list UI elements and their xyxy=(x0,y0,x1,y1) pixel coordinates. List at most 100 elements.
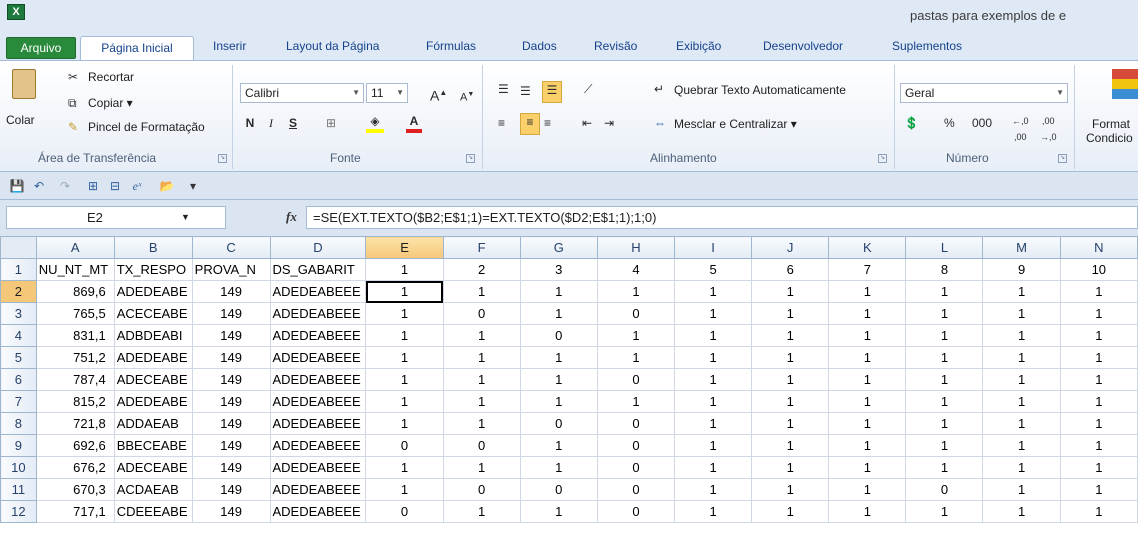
cell[interactable]: 1 xyxy=(519,346,598,369)
cell[interactable]: ADEDEABEEE xyxy=(269,390,367,413)
cell[interactable]: 5 xyxy=(674,258,753,281)
cell[interactable]: 1 xyxy=(674,456,753,479)
align-middle-icon[interactable]: ☰ xyxy=(520,83,531,99)
cell[interactable]: 0 xyxy=(596,368,676,391)
cell[interactable]: 3 xyxy=(519,258,598,281)
cell[interactable]: DS_GABARIT xyxy=(269,258,367,281)
cell[interactable]: 1 xyxy=(982,412,1061,435)
merge-center-button[interactable]: Mesclar e Centralizar ▾ xyxy=(674,117,797,131)
column-header[interactable]: F xyxy=(442,236,521,259)
underline-button[interactable]: S xyxy=(286,115,300,131)
cell[interactable]: 1 xyxy=(905,368,984,391)
cell[interactable]: 1 xyxy=(674,302,753,325)
decrease-decimal-icon[interactable]: ,00 →,0 xyxy=(1040,113,1057,145)
number-format-select[interactable]: Geral ▼ xyxy=(900,83,1068,103)
cell[interactable]: 1 xyxy=(751,412,830,435)
cell[interactable]: ADEDEABEEE xyxy=(269,434,367,457)
cell[interactable]: 1 xyxy=(1059,390,1138,413)
cell[interactable]: 765,5 xyxy=(35,302,115,325)
cell[interactable]: 1 xyxy=(905,412,984,435)
cell[interactable]: 1 xyxy=(982,434,1061,457)
cell[interactable]: 1 xyxy=(674,280,753,303)
cell[interactable]: 676,2 xyxy=(35,456,115,479)
align-bottom-icon[interactable]: ☰ xyxy=(542,81,562,103)
align-right-icon[interactable]: ≡ xyxy=(544,115,551,131)
cell[interactable]: 1 xyxy=(1059,346,1138,369)
cell[interactable]: BBECEABE xyxy=(113,434,193,457)
cell[interactable]: 1 xyxy=(365,258,444,281)
cell[interactable]: 1 xyxy=(828,302,907,325)
cell[interactable]: 1 xyxy=(442,280,521,303)
cell[interactable]: 4 xyxy=(596,258,676,281)
cell[interactable]: 1 xyxy=(442,324,521,347)
cell[interactable]: 1 xyxy=(365,324,444,347)
borders-icon[interactable]: ⊞ xyxy=(326,115,336,131)
insert-function-icon[interactable]: fx xyxy=(286,209,297,225)
cell[interactable]: 149 xyxy=(191,500,271,523)
cell[interactable]: 1 xyxy=(828,456,907,479)
cell[interactable]: 721,8 xyxy=(35,412,115,435)
tab-file[interactable]: Arquivo xyxy=(6,37,76,59)
cell[interactable]: 1 xyxy=(751,302,830,325)
italic-button[interactable]: I xyxy=(264,115,278,131)
cell[interactable]: 1 xyxy=(828,500,907,523)
column-header[interactable]: E xyxy=(365,236,444,259)
cell[interactable]: 1 xyxy=(674,478,753,501)
chevron-down-icon[interactable]: ▼ xyxy=(181,207,190,228)
save-icon[interactable]: 💾 xyxy=(8,178,26,194)
cell[interactable]: ADEDEABE xyxy=(113,280,193,303)
cell[interactable]: 0 xyxy=(365,434,444,457)
cell[interactable]: 1 xyxy=(1059,302,1138,325)
cell[interactable]: 149 xyxy=(191,368,271,391)
cell[interactable]: 1 xyxy=(1059,500,1138,523)
align-center-icon[interactable]: ≡ xyxy=(520,113,540,135)
cell[interactable]: 1 xyxy=(365,412,444,435)
font-name-select[interactable]: Calibri ▼ xyxy=(240,83,364,103)
tab-add-ins[interactable]: Suplementos xyxy=(892,39,962,53)
tab-insert[interactable]: Inserir xyxy=(213,39,246,53)
cell[interactable]: 1 xyxy=(1059,324,1138,347)
row-header[interactable]: 7 xyxy=(0,390,37,413)
decrease-indent-icon[interactable]: ⇤ xyxy=(582,115,592,131)
cell[interactable]: 149 xyxy=(191,434,271,457)
select-all-corner[interactable] xyxy=(0,236,37,259)
column-header[interactable]: H xyxy=(596,236,676,259)
cell[interactable]: 1 xyxy=(674,500,753,523)
cell[interactable]: 1 xyxy=(674,390,753,413)
cell[interactable]: 8 xyxy=(905,258,984,281)
column-header[interactable]: J xyxy=(751,236,830,259)
cell[interactable]: 1 xyxy=(982,346,1061,369)
cell[interactable]: 0 xyxy=(442,478,521,501)
cell[interactable]: 1 xyxy=(828,368,907,391)
cell[interactable]: 1 xyxy=(751,368,830,391)
cell[interactable]: 787,4 xyxy=(35,368,115,391)
cell[interactable]: 0 xyxy=(442,434,521,457)
clipboard-launcher-icon[interactable]: ↘ xyxy=(218,154,227,163)
cell[interactable]: 1 xyxy=(982,456,1061,479)
fill-color-icon[interactable]: ◈ xyxy=(366,113,384,133)
cell[interactable]: 1 xyxy=(674,434,753,457)
cell[interactable]: 1 xyxy=(982,302,1061,325)
cell[interactable]: 1 xyxy=(674,368,753,391)
column-header[interactable]: N xyxy=(1059,236,1138,259)
cell[interactable]: 1 xyxy=(982,500,1061,523)
cell[interactable]: 1 xyxy=(1059,280,1138,303)
paste-button[interactable]: Colar xyxy=(6,65,40,145)
copy-button[interactable]: Copiar ▾ xyxy=(88,96,133,110)
cell[interactable]: ADECEABE xyxy=(113,456,193,479)
cell[interactable]: 1 xyxy=(905,280,984,303)
increase-decimal-icon[interactable]: ←,0,00 xyxy=(1012,113,1029,145)
column-header[interactable]: I xyxy=(674,236,753,259)
cell[interactable]: 1 xyxy=(674,412,753,435)
column-header[interactable]: A xyxy=(35,236,115,259)
cell[interactable]: 1 xyxy=(751,500,830,523)
align-top-icon[interactable]: ☰ xyxy=(498,81,509,97)
cell[interactable]: 149 xyxy=(191,346,271,369)
bold-button[interactable]: N xyxy=(242,115,258,131)
tab-review[interactable]: Revisão xyxy=(594,39,637,53)
cell[interactable]: 0 xyxy=(519,324,598,347)
font-size-select[interactable]: 11 ▼ xyxy=(366,83,408,103)
cell[interactable]: 670,3 xyxy=(35,478,115,501)
cell[interactable]: 1 xyxy=(905,302,984,325)
cell[interactable]: ADEDEABEEE xyxy=(269,478,367,501)
